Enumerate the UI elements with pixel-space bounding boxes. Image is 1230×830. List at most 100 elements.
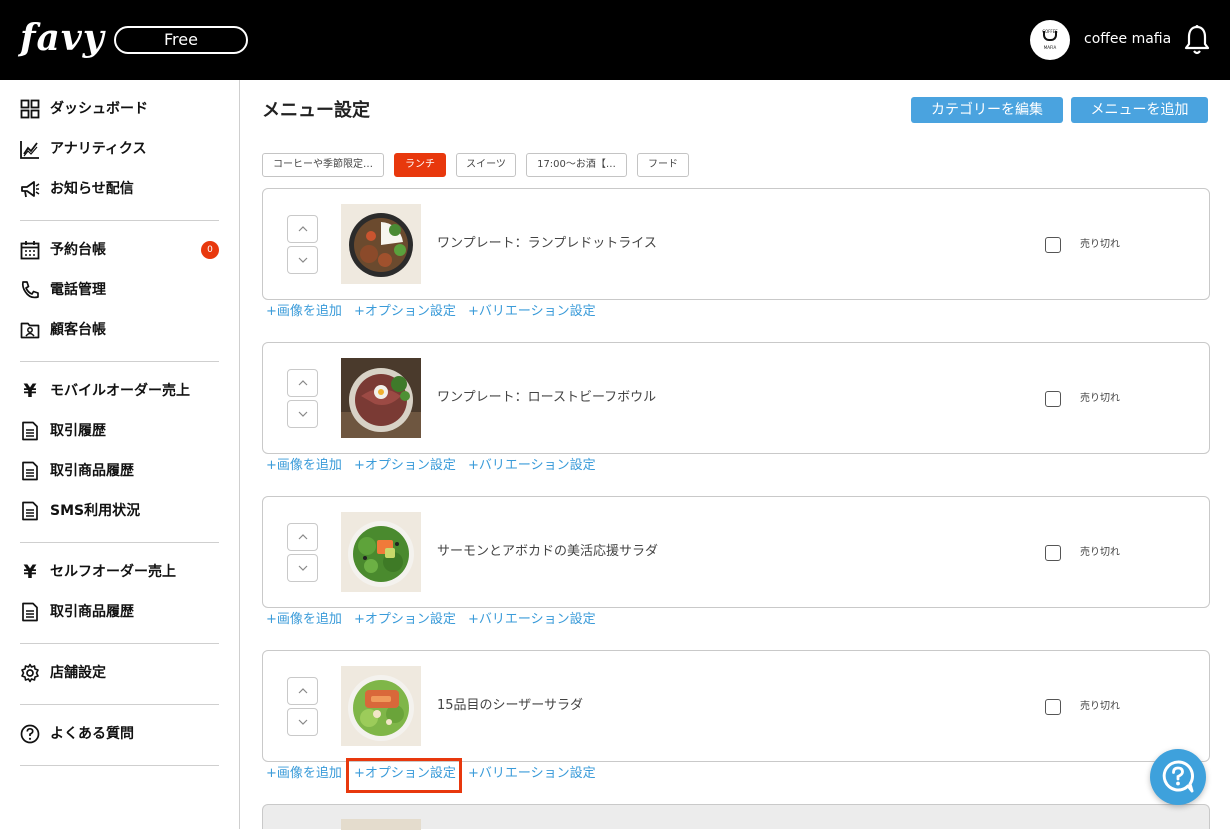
option-settings-link[interactable]: +オプション設定 xyxy=(354,458,456,474)
sidebar-item-phone[interactable]: 電話管理 xyxy=(20,279,220,301)
add-image-link[interactable]: +画像を追加 xyxy=(266,458,342,474)
chevron-down-icon xyxy=(298,257,308,263)
menu-item-image[interactable] xyxy=(341,819,421,830)
megaphone-icon xyxy=(21,181,40,198)
chevron-up-icon xyxy=(298,380,308,386)
sidebar-item-dashboard[interactable]: ダッシュボード xyxy=(20,98,220,120)
category-tab[interactable]: コーヒーや季節限定… xyxy=(262,153,384,177)
salmon-salad-image xyxy=(341,512,421,592)
variation-settings-link[interactable]: +バリエーション設定 xyxy=(468,766,596,782)
category-tab[interactable]: スイーツ xyxy=(456,153,516,177)
menu-item-name: ワンプレート：ローストビーフボウル xyxy=(437,390,657,405)
variation-settings-link[interactable]: +バリエーション設定 xyxy=(468,458,596,474)
chevron-down-icon xyxy=(298,411,308,417)
sidebar-item-label: 取引商品履歴 xyxy=(50,604,134,620)
move-down-button[interactable] xyxy=(287,400,318,428)
sidebar-item-analytics[interactable]: アナリティクス xyxy=(20,138,220,160)
category-tab[interactable]: フード xyxy=(637,153,689,177)
document-icon xyxy=(22,602,38,622)
sidebar-item-self-order-sales[interactable]: ¥ セルフオーダー売上 xyxy=(20,561,220,583)
move-down-button[interactable] xyxy=(287,246,318,274)
sidebar-item-customers[interactable]: 顧客台帳 xyxy=(20,319,220,341)
analytics-icon xyxy=(20,141,39,159)
edit-category-button[interactable]: カテゴリーを編集 xyxy=(911,97,1063,123)
sold-out-checkbox[interactable] xyxy=(1045,545,1061,561)
roast-beef-bowl-image xyxy=(341,358,421,438)
sidebar-item-label: 取引商品履歴 xyxy=(50,463,134,479)
document-icon xyxy=(22,421,38,441)
move-up-button[interactable] xyxy=(287,369,318,397)
sidebar-item-label: モバイルオーダー売上 xyxy=(50,383,190,399)
sidebar-item-notifications[interactable]: お知らせ配信 xyxy=(20,178,220,200)
menu-item-image[interactable] xyxy=(341,512,421,592)
sidebar-item-sms-usage[interactable]: SMS利用状況 xyxy=(20,500,220,522)
add-menu-button[interactable]: メニューを追加 xyxy=(1071,97,1208,123)
chevron-down-icon xyxy=(298,565,308,571)
question-chat-icon xyxy=(1162,760,1194,793)
sidebar-item-label: お知らせ配信 xyxy=(50,181,134,197)
menu-item-image[interactable] xyxy=(341,666,421,746)
sidebar-item-store-settings[interactable]: 店舗設定 xyxy=(20,662,220,684)
sidebar-divider xyxy=(20,765,219,766)
menu-item-name: サーモンとアボカドの美活応援サラダ xyxy=(437,544,659,559)
sidebar-item-reservations[interactable]: 予約台帳 0 xyxy=(20,239,220,261)
menu-item-name: 15品目のシーザーサラダ xyxy=(437,698,584,713)
sold-out-checkbox[interactable] xyxy=(1045,237,1061,253)
option-settings-link[interactable]: +オプション設定 xyxy=(354,612,456,628)
move-down-button[interactable] xyxy=(287,554,318,582)
sidebar-item-label: 予約台帳 xyxy=(50,242,106,258)
menu-item-name: ワンプレート：ランプレドットライス xyxy=(437,236,657,251)
yen-icon: ¥ xyxy=(23,561,37,583)
move-down-button[interactable] xyxy=(287,708,318,736)
favy-logo[interactable]: favy xyxy=(20,18,105,58)
menu-item-card: ワンプレート：ランプレドットライス 売り切れ xyxy=(262,188,1210,300)
menu-item-image[interactable] xyxy=(341,358,421,438)
variation-settings-link[interactable]: +バリエーション設定 xyxy=(468,612,596,628)
sold-out-label: 売り切れ xyxy=(1080,239,1120,250)
menu-item-card: ワンプレート：ローストビーフボウル 売り切れ xyxy=(262,342,1210,454)
user-name[interactable]: coffee mafia xyxy=(1084,30,1171,48)
sidebar-item-label: 取引履歴 xyxy=(50,423,106,439)
help-icon xyxy=(20,724,40,744)
sold-out-label: 売り切れ xyxy=(1080,393,1120,404)
move-up-button[interactable] xyxy=(287,523,318,551)
document-icon xyxy=(22,461,38,481)
sidebar-item-self-product-history[interactable]: 取引商品履歴 xyxy=(20,601,220,623)
sidebar-item-transaction-history[interactable]: 取引履歴 xyxy=(20,420,220,442)
add-image-link[interactable]: +画像を追加 xyxy=(266,304,342,320)
chevron-up-icon xyxy=(298,226,308,232)
sold-out-checkbox[interactable] xyxy=(1045,391,1061,407)
move-up-button[interactable] xyxy=(287,677,318,705)
chevron-down-icon xyxy=(298,719,308,725)
gear-icon xyxy=(21,663,39,683)
chevron-up-icon xyxy=(298,688,308,694)
sidebar-item-label: 顧客台帳 xyxy=(50,322,106,338)
add-image-link[interactable]: +画像を追加 xyxy=(266,612,342,628)
plan-badge: Free xyxy=(114,26,248,54)
sidebar-item-label: セルフオーダー売上 xyxy=(50,564,176,580)
avatar[interactable]: COFFEE MAFIA xyxy=(1030,20,1070,60)
category-tab-active[interactable]: ランチ xyxy=(394,153,446,177)
add-image-link[interactable]: +画像を追加 xyxy=(266,766,342,782)
sidebar-item-label: 店舗設定 xyxy=(50,665,106,681)
reservation-count-badge: 0 xyxy=(201,241,219,259)
sidebar-item-faq[interactable]: よくある質問 xyxy=(20,723,220,745)
option-settings-link[interactable]: +オプション設定 xyxy=(354,304,456,320)
document-icon xyxy=(22,501,38,521)
sold-out-checkbox[interactable] xyxy=(1045,699,1061,715)
menu-item-image[interactable] xyxy=(341,204,421,284)
calendar-icon xyxy=(20,241,40,260)
variation-settings-link[interactable]: +バリエーション設定 xyxy=(468,304,596,320)
yen-icon: ¥ xyxy=(23,380,37,402)
customer-icon xyxy=(20,322,40,339)
rice-bowl-image xyxy=(341,204,421,284)
sidebar-item-product-history[interactable]: 取引商品履歴 xyxy=(20,460,220,482)
move-up-button[interactable] xyxy=(287,215,318,243)
sidebar-item-mobile-order-sales[interactable]: ¥ モバイルオーダー売上 xyxy=(20,380,220,402)
bell-icon[interactable] xyxy=(1184,24,1210,56)
sidebar-item-label: よくある質問 xyxy=(50,726,134,742)
caesar-salad-image xyxy=(341,666,421,746)
category-tab[interactable]: 17:00〜お酒【… xyxy=(526,153,627,177)
cup-icon xyxy=(1043,31,1057,41)
help-chat-button[interactable] xyxy=(1150,749,1206,805)
